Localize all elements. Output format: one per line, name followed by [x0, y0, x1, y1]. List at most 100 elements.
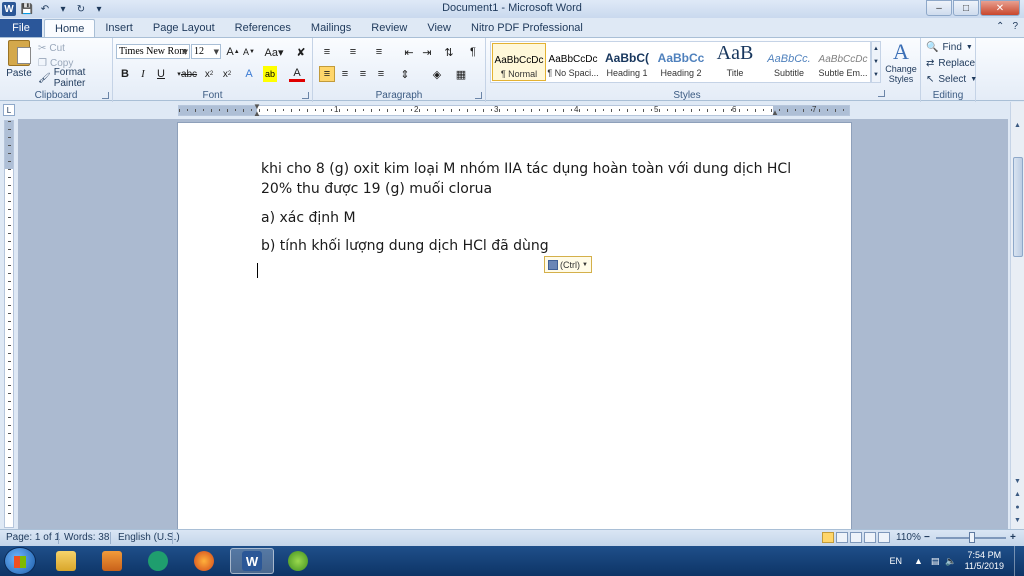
- superscript-button[interactable]: x2: [219, 66, 235, 82]
- scroll-up-icon[interactable]: ▲: [1011, 119, 1024, 132]
- styles-gallery-scroll[interactable]: ▲ ▼ ▼: [871, 41, 881, 83]
- taskbar-media-player[interactable]: [92, 548, 132, 574]
- redo-icon[interactable]: ↻: [74, 2, 88, 16]
- horizontal-ruler[interactable]: 1 2 3 4 5 6 7 ▼ ▲ ▲: [178, 103, 850, 118]
- style-subtle-emphasis[interactable]: AaBbCcDc Subtle Em...: [816, 43, 870, 81]
- chevron-up-icon[interactable]: ▲: [873, 46, 879, 52]
- tab-review[interactable]: Review: [361, 19, 417, 37]
- word-app-icon[interactable]: W: [2, 2, 16, 16]
- shading-button[interactable]: ◈: [429, 66, 445, 82]
- taskbar-explorer[interactable]: [46, 548, 86, 574]
- paste-button[interactable]: Paste: [4, 40, 34, 84]
- network-icon[interactable]: ▤: [931, 556, 940, 567]
- outline-view-icon[interactable]: [864, 532, 876, 543]
- increase-indent-button[interactable]: ⇥: [419, 44, 435, 60]
- ribbon-minimize-icon[interactable]: ⌃: [996, 21, 1004, 32]
- align-left-button[interactable]: ≡: [319, 66, 335, 82]
- language-indicator[interactable]: EN: [889, 556, 902, 566]
- shrink-font-button[interactable]: A ▼: [241, 44, 257, 60]
- tab-mailings[interactable]: Mailings: [301, 19, 361, 37]
- minimize-button[interactable]: –: [926, 0, 952, 16]
- justify-button[interactable]: ≡: [373, 66, 389, 82]
- scroll-down-icon[interactable]: ▼: [1011, 475, 1024, 488]
- document-line-1[interactable]: khi cho 8 (g) oxit kim loại M nhóm IIA t…: [261, 159, 791, 179]
- zoom-level[interactable]: 110%: [896, 532, 921, 543]
- zoom-slider-thumb[interactable]: [969, 532, 975, 543]
- style-no-spacing[interactable]: AaBbCcDc ¶ No Spaci...: [546, 43, 600, 81]
- paste-options-button[interactable]: (Ctrl) ▼: [544, 256, 592, 273]
- tab-home[interactable]: Home: [44, 19, 96, 37]
- undo-icon[interactable]: ↶: [38, 2, 52, 16]
- document-page[interactable]: khi cho 8 (g) oxit kim loại M nhóm IIA t…: [177, 122, 852, 529]
- font-color-button[interactable]: A: [289, 66, 305, 82]
- tab-nitro-pdf[interactable]: Nitro PDF Professional: [461, 19, 593, 37]
- style-title[interactable]: AaB Title: [708, 43, 762, 81]
- tab-references[interactable]: References: [225, 19, 301, 37]
- vertical-scrollbar[interactable]: ▲ ▼ ▲ ● ▼: [1010, 102, 1024, 529]
- multilevel-list-button[interactable]: ≡: [371, 44, 387, 60]
- change-styles-button[interactable]: A Change Styles: [884, 40, 918, 85]
- style-normal[interactable]: AaBbCcDc ¶ Normal: [492, 43, 546, 81]
- font-launcher-icon[interactable]: [302, 92, 309, 99]
- style-heading-2[interactable]: AaBbCc Heading 2: [654, 43, 708, 81]
- font-name-select[interactable]: Times New Rom ▼: [116, 44, 190, 59]
- line-spacing-button[interactable]: ⇕: [397, 66, 413, 82]
- clear-formatting-icon[interactable]: ✘: [293, 44, 309, 60]
- tab-insert[interactable]: Insert: [95, 19, 143, 37]
- sort-button[interactable]: ⇅: [441, 44, 457, 60]
- styles-launcher-icon[interactable]: [878, 90, 885, 97]
- chevron-down-icon[interactable]: ▼: [873, 59, 879, 65]
- grow-font-button[interactable]: A ▲: [225, 44, 241, 60]
- style-heading-1[interactable]: AaBbC( Heading 1: [600, 43, 654, 81]
- strikethrough-button[interactable]: abc: [179, 66, 199, 82]
- zoom-out-icon[interactable]: −: [924, 532, 930, 543]
- show-desktop-button[interactable]: [1014, 546, 1024, 576]
- font-size-select[interactable]: 12 ▼: [191, 44, 221, 59]
- vertical-ruler[interactable]: [4, 120, 14, 528]
- tab-selector-icon[interactable]: L: [3, 104, 15, 116]
- maximize-button[interactable]: □: [953, 0, 979, 16]
- web-layout-icon[interactable]: [850, 532, 862, 543]
- clipboard-launcher-icon[interactable]: [102, 92, 109, 99]
- underline-button[interactable]: U: [153, 66, 169, 82]
- change-case-button[interactable]: Aa▾: [263, 44, 285, 60]
- document-line-3[interactable]: a) xác định M: [261, 208, 356, 228]
- style-subtitle[interactable]: AaBbCc. Subtitle: [762, 43, 816, 81]
- align-center-button[interactable]: ≡: [337, 66, 353, 82]
- language-status[interactable]: English (U.S.): [118, 532, 180, 543]
- numbering-button[interactable]: ≡: [345, 44, 361, 60]
- format-painter-button[interactable]: 🖌 Format Painter: [38, 67, 112, 89]
- cut-button[interactable]: ✂ Cut: [38, 41, 65, 55]
- document-line-2[interactable]: 20% thu được 19 (g) muối clorua: [261, 179, 492, 199]
- next-page-icon[interactable]: ▼: [1011, 514, 1024, 527]
- scroll-thumb[interactable]: [1013, 157, 1023, 257]
- decrease-indent-button[interactable]: ⇤: [401, 44, 417, 60]
- highlight-button[interactable]: ab: [263, 66, 277, 82]
- tab-file[interactable]: File: [0, 19, 42, 37]
- save-icon[interactable]: 💾: [20, 2, 34, 16]
- print-layout-view-icon[interactable]: [822, 532, 834, 543]
- help-icon[interactable]: ?: [1012, 21, 1018, 32]
- bold-button[interactable]: B: [117, 66, 133, 82]
- tab-page-layout[interactable]: Page Layout: [143, 19, 225, 37]
- subscript-button[interactable]: x2: [201, 66, 217, 82]
- text-effects-button[interactable]: A: [241, 66, 257, 82]
- bullets-button[interactable]: ≡: [319, 44, 335, 60]
- full-screen-reading-icon[interactable]: [836, 532, 848, 543]
- show-hidden-icons-icon[interactable]: ▲: [914, 556, 923, 566]
- customize-qat-icon[interactable]: ▾: [92, 2, 106, 16]
- show-formatting-marks-icon[interactable]: ¶: [465, 44, 481, 60]
- taskbar-app-2[interactable]: [278, 548, 318, 574]
- undo-dropdown-icon[interactable]: ▾: [56, 2, 70, 16]
- more-styles-icon[interactable]: ▼: [873, 72, 879, 78]
- borders-button[interactable]: ▦: [453, 66, 469, 82]
- previous-page-icon[interactable]: ▲: [1011, 488, 1024, 501]
- right-indent-marker-icon[interactable]: ▲: [771, 108, 779, 117]
- taskbar-word[interactable]: W: [230, 548, 274, 574]
- document-line-4[interactable]: b) tính khối lượng dung dịch HCl đã dùng: [261, 236, 549, 256]
- replace-button[interactable]: ⇄ Replace: [926, 56, 975, 70]
- taskbar-app[interactable]: [138, 548, 178, 574]
- start-button[interactable]: [4, 547, 36, 575]
- close-button[interactable]: ✕: [980, 0, 1020, 16]
- paragraph-launcher-icon[interactable]: [475, 92, 482, 99]
